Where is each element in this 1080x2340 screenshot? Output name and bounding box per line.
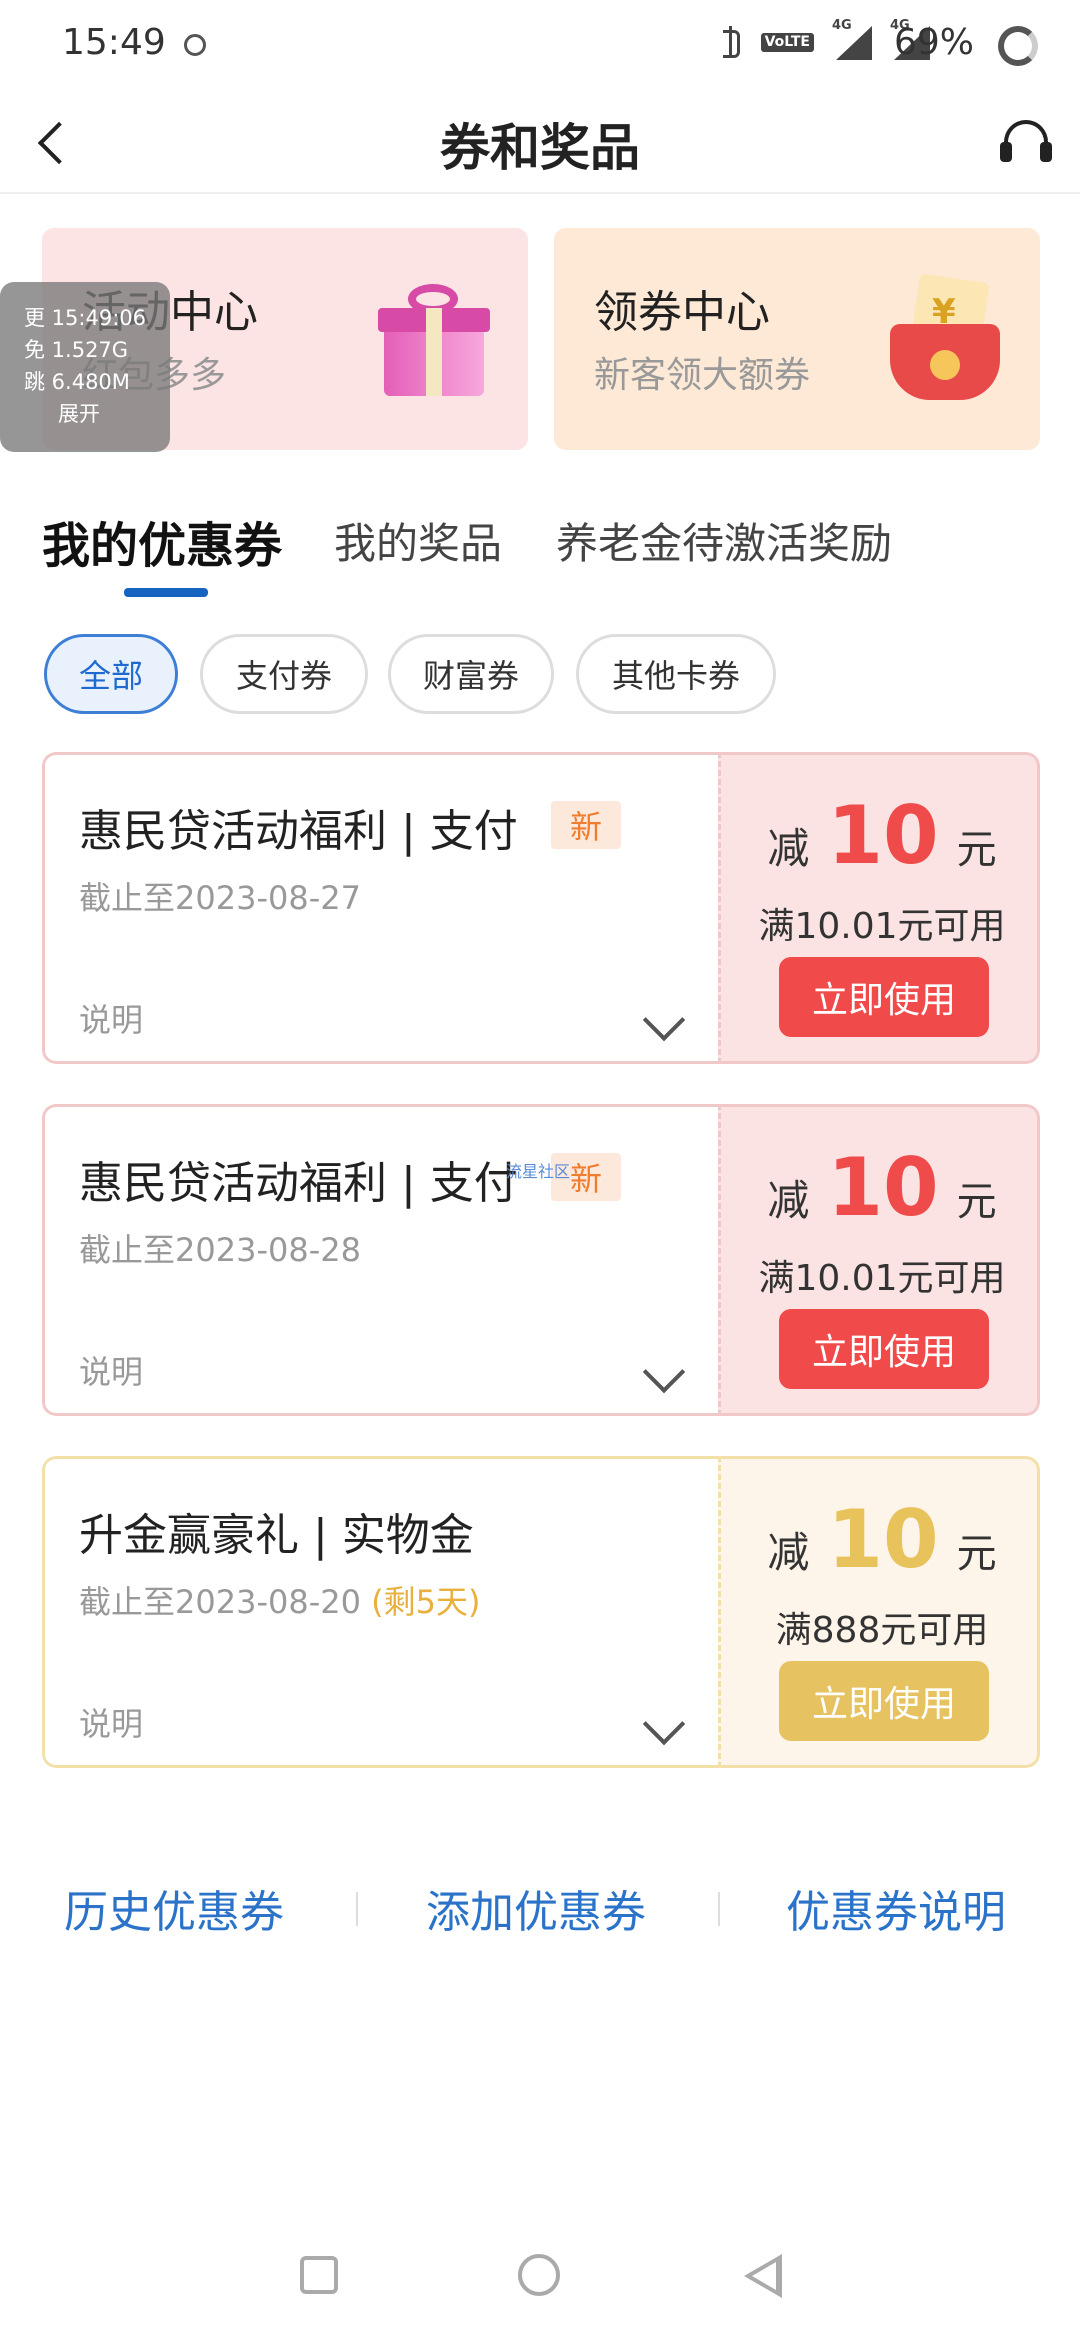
chevron-down-icon[interactable] bbox=[642, 1702, 686, 1746]
overlay-line-1: 更 15:49:06 bbox=[24, 306, 146, 330]
coupon-condition: 满10.01元可用 bbox=[758, 906, 1006, 947]
gift-icon bbox=[378, 280, 490, 400]
coupon-description-label[interactable]: 说明 bbox=[79, 1699, 143, 1745]
page-title: 券和奖品 bbox=[440, 119, 640, 177]
signal-icon-1: 4G bbox=[832, 18, 872, 60]
discount-prefix: 减 bbox=[767, 824, 810, 873]
filter-wealth[interactable]: 财富券 bbox=[388, 634, 554, 714]
filter-other-cards[interactable]: 其他卡券 bbox=[576, 634, 776, 714]
new-badge: 新 bbox=[551, 801, 621, 849]
battery-level: 69% bbox=[893, 22, 974, 63]
use-now-button[interactable]: 立即使用 bbox=[779, 1661, 989, 1741]
use-now-button[interactable]: 立即使用 bbox=[779, 957, 989, 1037]
coupon-explanation-link[interactable]: 优惠券说明 bbox=[786, 1876, 1006, 1940]
filter-all[interactable]: 全部 bbox=[44, 634, 178, 714]
discount-prefix: 减 bbox=[767, 1528, 810, 1577]
watermark-text: 流星社区 bbox=[506, 1162, 571, 1181]
overlay-line-3: 跳 6.480M bbox=[24, 370, 130, 394]
overlay-expand-button[interactable]: 展开 bbox=[24, 398, 170, 430]
use-now-button[interactable]: 立即使用 bbox=[779, 1309, 989, 1389]
coupon-info: 升金赢豪礼 | 实物金 截止至2023-08-20 (剩5天) 说明 bbox=[42, 1456, 718, 1768]
coupon-expiry-date: 截止至2023-08-20 bbox=[79, 1583, 361, 1621]
currency-unit: 元 bbox=[956, 1179, 997, 1225]
overlay-line-2: 免 1.527G bbox=[24, 338, 129, 362]
coupon-condition: 满10.01元可用 bbox=[758, 1258, 1006, 1299]
home-icon[interactable] bbox=[518, 2254, 560, 2296]
coupon-value: 减 10 元 满10.01元可用 立即使用 bbox=[718, 1104, 1040, 1416]
coupon-condition: 满888元可用 bbox=[775, 1610, 989, 1651]
network-speed-overlay[interactable]: 更 15:49:06 免 1.527G 跳 6.480M 展开 bbox=[0, 282, 170, 452]
divider bbox=[356, 1892, 358, 1926]
tab-my-coupons[interactable]: 我的优惠券 bbox=[42, 506, 282, 576]
active-tab-indicator bbox=[124, 588, 208, 597]
divider bbox=[718, 1892, 720, 1926]
coupon-center-title: 领券中心 bbox=[594, 287, 770, 338]
history-coupons-link[interactable]: 历史优惠券 bbox=[64, 1876, 284, 1940]
chevron-down-icon[interactable] bbox=[642, 1350, 686, 1394]
back-triangle-icon[interactable] bbox=[744, 2254, 782, 2298]
filter-payment[interactable]: 支付券 bbox=[200, 634, 368, 714]
coupon-description-label[interactable]: 说明 bbox=[79, 995, 143, 1041]
days-remaining: (剩5天) bbox=[371, 1583, 481, 1621]
coupon-info: 惠民贷活动福利 | 支付 新 截止至2023-08-27 说明 bbox=[42, 752, 718, 1064]
coupon-center-subtitle: 新客领大额券 bbox=[594, 355, 811, 396]
coupon-card: 升金赢豪礼 | 实物金 截止至2023-08-20 (剩5天) 说明 减 10 … bbox=[42, 1456, 1040, 1768]
coupon-info: 惠民贷活动福利 | 支付 新 截止至2023-08-28 说明 bbox=[42, 1104, 718, 1416]
chevron-down-icon[interactable] bbox=[642, 998, 686, 1042]
volte-badge: VoLTE bbox=[760, 32, 814, 52]
coupon-card: 惠民贷活动福利 | 支付 新 截止至2023-08-27 说明 减 10 元 满… bbox=[42, 752, 1040, 1064]
coupon-expiry: 截止至2023-08-27 bbox=[79, 879, 361, 917]
status-bar: 15:49 VoLTE 4G 4G 69% bbox=[0, 0, 1080, 90]
coupon-title: 惠民贷活动福利 | 支付 bbox=[79, 1158, 518, 1209]
coupon-card: 惠民贷活动福利 | 支付 新 截止至2023-08-28 说明 减 10 元 满… bbox=[42, 1104, 1040, 1416]
tab-pension-rewards[interactable]: 养老金待激活奖励 bbox=[556, 510, 892, 571]
red-envelope-icon: ¥ bbox=[890, 273, 1000, 404]
battery-ring-icon bbox=[998, 26, 1038, 66]
coupon-title: 惠民贷活动福利 | 支付 bbox=[79, 806, 518, 857]
coupon-expiry: 截止至2023-08-20 (剩5天) bbox=[79, 1577, 481, 1623]
coupon-expiry: 截止至2023-08-28 bbox=[79, 1231, 361, 1269]
coupon-value: 减 10 元 满10.01元可用 立即使用 bbox=[718, 752, 1040, 1064]
currency-unit: 元 bbox=[956, 1531, 997, 1577]
notification-icon bbox=[184, 34, 206, 56]
add-coupon-link[interactable]: 添加优惠券 bbox=[426, 1876, 646, 1940]
app-header: 券和奖品 bbox=[0, 90, 1080, 194]
coupon-center-card[interactable]: 领券中心 新客领大额券 ¥ bbox=[554, 228, 1040, 450]
coupon-title: 升金赢豪礼 | 实物金 bbox=[79, 1510, 474, 1561]
recent-apps-icon[interactable] bbox=[300, 2256, 338, 2294]
discount-prefix: 减 bbox=[767, 1176, 810, 1225]
coupon-description-label[interactable]: 说明 bbox=[79, 1347, 143, 1393]
discount-amount: 10 bbox=[827, 1493, 939, 1586]
discount-amount: 10 bbox=[827, 789, 939, 882]
status-time: 15:49 bbox=[62, 22, 166, 63]
system-nav-bar bbox=[0, 2230, 1080, 2320]
coupon-links: 历史优惠券 添加优惠券 优惠券说明 bbox=[0, 1876, 1080, 1938]
bluetooth-icon bbox=[721, 24, 743, 60]
tab-my-prizes[interactable]: 我的奖品 bbox=[334, 510, 502, 571]
currency-unit: 元 bbox=[956, 827, 997, 873]
discount-amount: 10 bbox=[827, 1141, 939, 1234]
customer-service-headset-icon[interactable] bbox=[1000, 116, 1052, 168]
coupon-value: 减 10 元 满888元可用 立即使用 bbox=[718, 1456, 1040, 1768]
